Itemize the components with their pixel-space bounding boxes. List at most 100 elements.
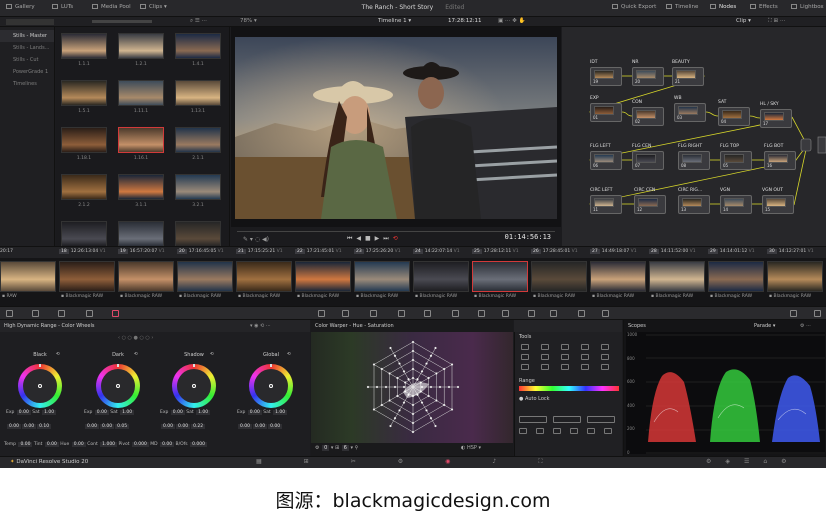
wheel-value[interactable]: 0.05	[115, 424, 130, 429]
clip-thumbnail[interactable]	[767, 261, 823, 292]
palette-tool-icon[interactable]	[578, 310, 585, 317]
palette-tool-icon[interactable]	[790, 310, 797, 317]
still-thumb[interactable]	[118, 80, 164, 106]
warper-mesh[interactable]	[311, 332, 513, 443]
correction-node[interactable]: 12	[634, 195, 666, 214]
wheel-value[interactable]: 0.10	[37, 424, 52, 429]
still-thumb[interactable]	[175, 33, 221, 59]
clip-thumbnail[interactable]	[590, 261, 646, 292]
tool-button[interactable]	[521, 344, 529, 350]
exp-value[interactable]: 0.00	[94, 410, 109, 415]
wheel-value[interactable]: 0.00	[253, 424, 268, 429]
still-thumb[interactable]	[61, 33, 107, 59]
param-value[interactable]: 1.000	[100, 442, 118, 447]
wheel-value[interactable]: 0.00	[7, 424, 22, 429]
correction-node[interactable]: 02	[632, 107, 664, 126]
sat-value[interactable]: 1.00	[273, 410, 288, 415]
warper-canvas[interactable]	[311, 332, 513, 443]
viewer-options-icon[interactable]: ▣ ⋯ ✥ ✋	[498, 18, 525, 24]
palette-tool-icon[interactable]	[318, 310, 325, 317]
tool-button[interactable]	[570, 428, 578, 434]
correction-node[interactable]: 05	[720, 151, 752, 170]
clip-thumbnail[interactable]	[295, 261, 351, 292]
thumb-size-slider[interactable]	[92, 20, 152, 23]
tool-button[interactable]	[587, 428, 595, 434]
tool-button[interactable]	[601, 354, 609, 360]
sat-value[interactable]: 1.00	[120, 410, 135, 415]
wheel-value[interactable]: 0.00	[100, 424, 115, 429]
param-value[interactable]: 0.00	[160, 442, 175, 447]
palette-tool-icon[interactable]	[502, 310, 509, 317]
correction-node[interactable]: 04	[718, 107, 750, 126]
palette-tool-icon[interactable]	[112, 310, 119, 317]
tool-button[interactable]	[541, 354, 549, 360]
clip-thumbnail[interactable]	[0, 261, 56, 292]
clip-thumbnail[interactable]	[649, 261, 705, 292]
palette-tool-icon[interactable]	[814, 310, 821, 317]
palette-tool-icon[interactable]	[342, 310, 349, 317]
auto-lock-toggle[interactable]: ● Auto Lock	[519, 396, 550, 402]
correction-node[interactable]: 15	[762, 195, 794, 214]
param-value[interactable]: 0.00	[44, 442, 59, 447]
still-thumb[interactable]	[175, 80, 221, 106]
correction-node[interactable]: 01	[590, 103, 622, 122]
param-value[interactable]: 0.00	[18, 442, 33, 447]
wheels-options-icon[interactable]: ▾ ◉ ⟲ ⋯	[250, 323, 271, 329]
still-thumb[interactable]	[61, 80, 107, 106]
tool-button[interactable]	[541, 344, 549, 350]
palette-tool-icon[interactable]	[528, 310, 535, 317]
tool-button[interactable]	[541, 364, 549, 370]
scrub-bar[interactable]	[237, 231, 555, 232]
color-wheel[interactable]	[18, 364, 62, 408]
color-page-icon[interactable]: ◉	[445, 458, 492, 465]
hue-range-bar[interactable]	[519, 386, 619, 391]
playback-controls[interactable]: ⏮◀■▶⏭⟲	[347, 235, 402, 243]
node-mode-select[interactable]: Clip ▾	[736, 18, 751, 24]
tool-button[interactable]	[561, 364, 569, 370]
sat-value[interactable]: 1.00	[42, 410, 57, 415]
param-value[interactable]: 0.000	[131, 442, 149, 447]
color-wheel[interactable]	[96, 364, 140, 408]
effects-tab[interactable]: Effects	[750, 4, 778, 10]
album-item[interactable]: PowerGrade 1	[0, 66, 54, 78]
still-thumb[interactable]	[61, 221, 107, 247]
clip-thumbnail[interactable]	[472, 261, 528, 292]
clip-thumbnail[interactable]	[59, 261, 115, 292]
page-tabs[interactable]: ▦⊞✂⚙◉♪⛶	[256, 458, 584, 466]
tool-button[interactable]	[519, 428, 527, 434]
correction-node[interactable]: 20	[632, 67, 664, 86]
still-thumb[interactable]	[175, 127, 221, 153]
viewer-tools-icon[interactable]: ✎ ▾ ◌ ◀)	[243, 236, 269, 243]
range-field[interactable]	[519, 416, 547, 423]
correction-node[interactable]: 14	[720, 195, 752, 214]
scope-options-icon[interactable]: ⚙ ⋯	[800, 323, 811, 329]
quick-export-button[interactable]: Quick Export	[612, 4, 656, 10]
correction-node[interactable]: 17	[760, 109, 792, 128]
correction-node[interactable]: 11	[590, 195, 622, 214]
wheel-reset-icon[interactable]: ⟲	[210, 352, 214, 357]
wheel-puck[interactable]	[192, 384, 196, 388]
tool-button[interactable]	[553, 428, 561, 434]
wheel-page-dots[interactable]: ‹ ○ ○ ● ○ ○ ›	[118, 335, 153, 341]
wheel-value[interactable]: 0.00	[85, 424, 100, 429]
correction-node[interactable]: 21	[672, 67, 704, 86]
sat-value[interactable]: 1.00	[196, 410, 211, 415]
palette-tool-icon[interactable]	[370, 310, 377, 317]
tool-button[interactable]	[581, 354, 589, 360]
palette-tool-icon[interactable]	[58, 310, 65, 317]
exp-value[interactable]: 0.00	[170, 410, 185, 415]
palette-tool-icon[interactable]	[550, 310, 557, 317]
clip-thumbnail[interactable]	[413, 261, 469, 292]
warper-mode-select[interactable]: ◐ HSP ▾	[461, 445, 481, 451]
scope-mode-select[interactable]: Parade ▾	[754, 323, 775, 329]
still-thumb[interactable]	[118, 33, 164, 59]
color-wheel[interactable]	[249, 364, 293, 408]
wheel-value[interactable]: 0.00	[176, 424, 191, 429]
correction-node[interactable]: 06	[590, 151, 622, 170]
tool-button[interactable]	[581, 364, 589, 370]
wheel-reset-icon[interactable]: ⟲	[56, 352, 60, 357]
wheel-reset-icon[interactable]: ⟲	[134, 352, 138, 357]
clip-thumbnail[interactable]	[236, 261, 292, 292]
correction-node[interactable]: 13	[678, 195, 710, 214]
zoom-select[interactable]: 78% ▾	[240, 18, 257, 24]
